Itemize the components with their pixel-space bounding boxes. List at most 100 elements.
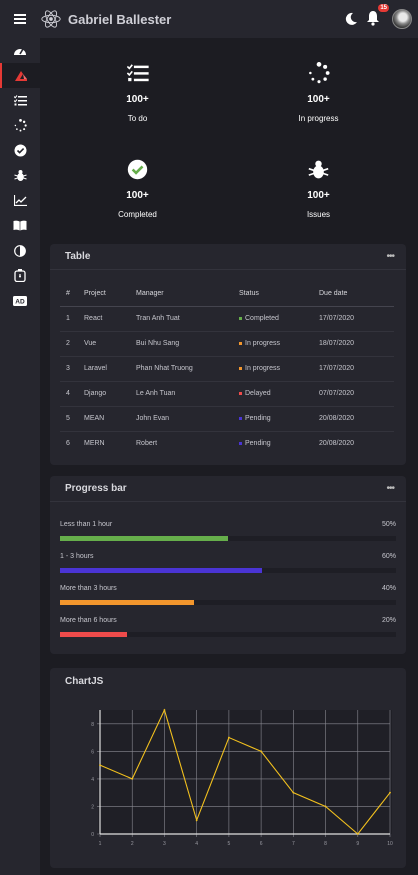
check-circle-icon <box>14 144 26 157</box>
menu-toggle-button[interactable] <box>0 0 40 38</box>
progress-fill <box>60 536 228 541</box>
row-number: 6 <box>60 430 84 456</box>
x-tick-label: 6 <box>260 841 263 847</box>
manager-cell: Bui Nhu Sang <box>136 330 239 356</box>
status-cell: Completed <box>239 305 319 331</box>
project-cell: Django <box>84 380 136 406</box>
status-label: Delayed <box>245 390 271 397</box>
card-todo[interactable]: 100+ To do <box>50 46 225 135</box>
bug-icon <box>308 160 329 178</box>
column-header: Manager <box>136 281 239 307</box>
line-chart: 0 2 4 6 8 1 2 3 4 5 6 7 8 9 10 <box>91 708 393 847</box>
sidebar-item-issues[interactable] <box>0 163 40 188</box>
card-label: In progress <box>298 114 339 123</box>
table-row: 5 MEAN John Evan Pending 20/08/2020 <box>60 405 394 431</box>
card-value: 100+ <box>307 94 330 105</box>
status-cell: In progress <box>239 330 319 356</box>
card-value: 100+ <box>126 190 149 201</box>
table-row: 4 Django Le Anh Tuan Delayed 07/07/2020 <box>60 380 394 406</box>
sidebar-item-timer[interactable] <box>0 263 40 288</box>
table-header-row: # Project Manager Status Due date <box>60 281 394 307</box>
status-label: Completed <box>245 315 279 322</box>
y-tick-label: 6 <box>91 749 94 755</box>
sidebar-item-tasks[interactable] <box>0 88 40 113</box>
data-point <box>260 750 263 753</box>
speedometer-icon <box>14 48 26 55</box>
notification-badge: 15 <box>378 4 389 12</box>
progress-fill <box>60 568 262 573</box>
spinner-icon <box>14 119 27 132</box>
card-issues[interactable]: 100+ Issues <box>231 142 406 232</box>
data-point <box>292 791 295 794</box>
card-in-progress[interactable]: 100+ In progress <box>231 46 406 135</box>
status-dot <box>239 416 242 420</box>
column-header: Due date <box>319 281 394 307</box>
data-point <box>356 833 359 835</box>
top-bar: Gabriel Ballester 15 <box>0 0 418 38</box>
due-date-cell: 17/07/2020 <box>319 355 394 381</box>
due-date-cell: 20/08/2020 <box>319 405 394 431</box>
card-value: 100+ <box>126 94 149 105</box>
status-label: Pending <box>245 415 271 422</box>
sidebar-item-docs[interactable] <box>0 213 40 238</box>
due-date-cell: 07/07/2020 <box>319 380 394 406</box>
manager-cell: John Evan <box>136 405 239 431</box>
row-number: 1 <box>60 305 84 331</box>
sidebar-item-ads[interactable]: AD <box>0 288 40 313</box>
progress-label: More than 6 hours <box>60 617 117 624</box>
progress-item: Less than 1 hour 50% <box>60 521 396 543</box>
status-cell: In progress <box>239 355 319 381</box>
more-options-icon[interactable]: ••• <box>386 251 394 262</box>
contrast-icon <box>14 244 26 257</box>
sidebar-item-completed[interactable] <box>0 138 40 163</box>
progress-fill <box>60 600 195 605</box>
status-dot <box>239 341 242 345</box>
svg-text:AD: AD <box>15 298 25 305</box>
sidebar-item-progress[interactable] <box>0 113 40 138</box>
card-completed[interactable]: 100+ Completed <box>50 142 225 232</box>
progress-item: More than 3 hours 40% <box>60 585 396 607</box>
brand[interactable]: Gabriel Ballester <box>40 8 171 30</box>
progress-value: 20% <box>381 617 396 624</box>
progress-track <box>60 632 396 637</box>
status-dot <box>239 316 242 320</box>
x-tick-label: 2 <box>131 841 134 847</box>
more-options-icon[interactable]: ••• <box>386 483 394 494</box>
moon-icon[interactable] <box>344 12 358 26</box>
project-cell: MERN <box>84 430 136 456</box>
status-dot <box>239 366 242 370</box>
table-row: 2 Vue Bui Nhu Sang In progress 18/07/2020 <box>60 330 394 356</box>
project-cell: Laravel <box>84 355 136 381</box>
progress-track <box>60 568 396 573</box>
progress-fill <box>60 632 128 637</box>
task-list-icon <box>126 64 149 82</box>
project-table: # Project Manager Status Due date 1 React… <box>60 281 394 456</box>
project-cell: MEAN <box>84 405 136 431</box>
task-list-icon <box>13 95 27 106</box>
row-number: 2 <box>60 330 84 356</box>
sidebar-item-react[interactable] <box>0 63 40 88</box>
table-row: 3 Laravel Phan Nhat Truong In progress 17/07… <box>60 355 394 381</box>
row-number: 4 <box>60 380 84 406</box>
project-cell: Vue <box>84 330 136 356</box>
spinner-icon <box>308 62 330 84</box>
sidebar-item-charts[interactable] <box>0 188 40 213</box>
table-row: 6 MERN Robert Pending 20/08/2020 <box>60 430 394 456</box>
bell-icon <box>367 11 379 26</box>
data-point <box>99 764 101 767</box>
progress-track <box>60 536 396 541</box>
sidebar-item-dashboard[interactable] <box>0 38 40 63</box>
x-tick-label: 7 <box>292 841 295 847</box>
progress-label: More than 3 hours <box>60 585 117 592</box>
manager-cell: Phan Nhat Truong <box>136 355 239 381</box>
card-label: To do <box>127 114 148 123</box>
x-tick-label: 3 <box>163 841 166 847</box>
react-logo-icon <box>15 70 27 81</box>
plot-area <box>98 710 392 834</box>
notifications-button[interactable]: 15 <box>366 4 389 28</box>
avatar[interactable] <box>392 9 412 29</box>
sidebar-item-theme[interactable] <box>0 238 40 263</box>
x-tick-label: 10 <box>387 841 393 847</box>
panel-title: Progress bar <box>65 483 127 494</box>
column-header: # <box>60 281 84 307</box>
